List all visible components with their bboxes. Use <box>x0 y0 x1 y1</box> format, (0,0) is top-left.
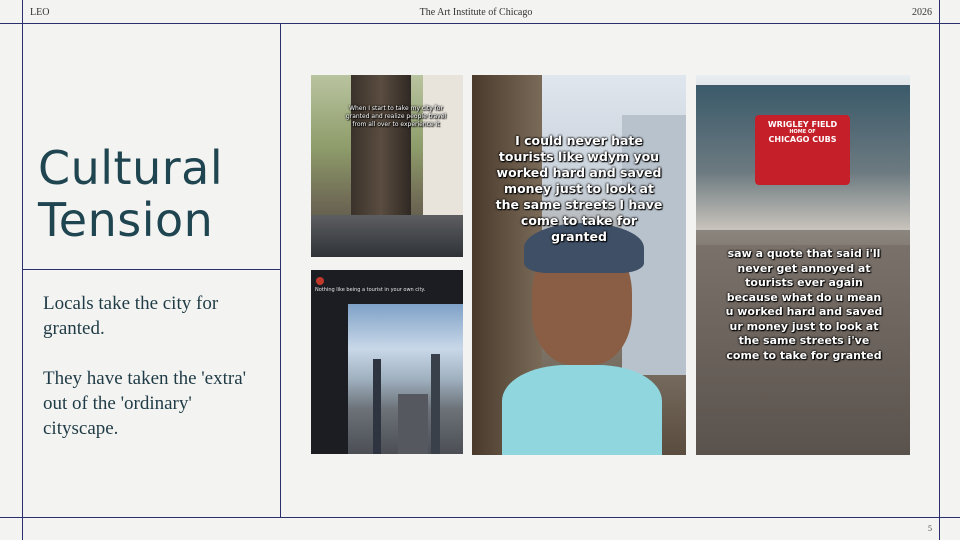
body-text: Locals take the city for granted. They h… <box>43 291 268 466</box>
tower-1 <box>373 359 381 454</box>
bottom-rule <box>0 517 960 518</box>
selfie-caption: I could never hate tourists like wdym yo… <box>495 133 663 244</box>
top-rule <box>0 23 960 24</box>
avatar <box>316 277 324 285</box>
wrigley-field-photo: WRIGLEY FIELD HOME OF CHICAGO CUBS saw a… <box>696 75 910 455</box>
body-paragraph-2: They have taken the 'extra' out of the '… <box>43 368 247 439</box>
header-right: 2026 <box>912 7 932 18</box>
tower-3 <box>398 394 428 454</box>
title-divider <box>22 269 280 270</box>
sign-line-1: WRIGLEY FIELD <box>767 120 838 129</box>
building-facade <box>423 75 463 235</box>
tree-tourists-photo: When I start to take my city for granted… <box>311 75 463 257</box>
post-text: Nothing like being a tourist in your own… <box>315 287 426 293</box>
right-rule <box>939 0 940 540</box>
tower-2 <box>431 354 440 454</box>
wrigley-caption: saw a quote that said i'll never get ann… <box>725 247 883 362</box>
header-center: The Art Institute of Chicago <box>419 7 533 18</box>
wrigley-sign: WRIGLEY FIELD HOME OF CHICAGO CUBS <box>755 115 850 185</box>
column-rule <box>280 23 281 517</box>
title-line-2: Tension <box>38 193 214 247</box>
title-line-1: Cultural <box>38 141 224 195</box>
left-rule <box>22 0 23 540</box>
selfie-photo: I could never hate tourists like wdym yo… <box>472 75 686 455</box>
skyline-image <box>348 304 463 454</box>
skyline-post-photo: Nothing like being a tourist in your own… <box>311 270 463 454</box>
crowd <box>311 215 463 257</box>
tree-photo-caption: When I start to take my city for granted… <box>345 105 447 128</box>
person-sweater <box>502 365 662 455</box>
page-number: 5 <box>928 524 932 533</box>
slide-title: Cultural Tension <box>38 142 223 246</box>
body-paragraph-1: Locals take the city for granted. <box>43 293 219 339</box>
sign-line-3: CHICAGO CUBS <box>768 135 837 144</box>
